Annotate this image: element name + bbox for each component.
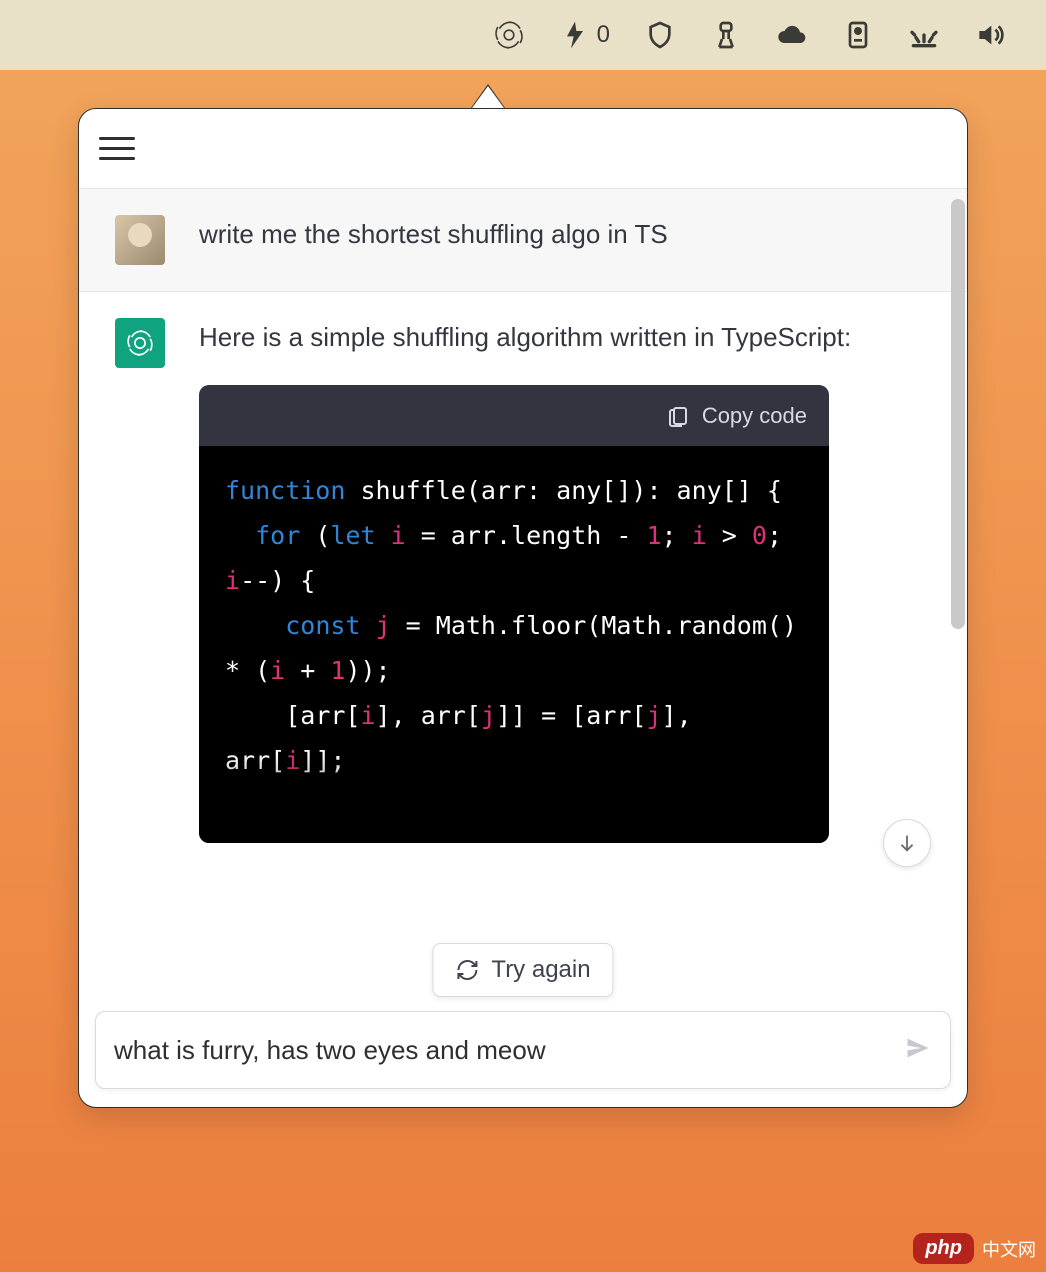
tower-menubar-icon[interactable] — [710, 19, 742, 51]
try-again-button[interactable]: Try again — [432, 943, 613, 997]
menu-icon[interactable] — [99, 127, 143, 171]
code-body[interactable]: function shuffle(arr: any[]): any[] { fo… — [199, 446, 829, 843]
chat-popover: write me the shortest shuffling algo in … — [78, 108, 968, 1108]
user-message-row: write me the shortest shuffling algo in … — [79, 189, 967, 292]
copy-code-label: Copy code — [702, 399, 807, 432]
rays-menubar-icon[interactable] — [908, 19, 940, 51]
try-again-label: Try again — [491, 956, 590, 984]
send-icon — [904, 1034, 932, 1062]
assistant-intro-text: Here is a simple shuffling algorithm wri… — [199, 318, 931, 357]
chat-area: write me the shortest shuffling algo in … — [79, 189, 967, 1107]
volume-menubar-icon[interactable] — [974, 19, 1006, 51]
assistant-avatar — [115, 318, 165, 368]
assistant-message-row: Here is a simple shuffling algorithm wri… — [79, 292, 967, 869]
clipboard-icon[interactable]: Copy code — [666, 399, 807, 432]
bolt-count: 0 — [597, 21, 610, 49]
chat-input[interactable] — [114, 1035, 904, 1066]
user-avatar — [115, 215, 165, 265]
chat-input-bar — [95, 1011, 951, 1089]
cloud-menubar-icon[interactable] — [776, 19, 808, 51]
badge-menubar-icon[interactable] — [842, 19, 874, 51]
watermark-text: 中文网 — [982, 1236, 1036, 1262]
user-message-text: write me the shortest shuffling algo in … — [199, 215, 931, 265]
code-block: Copy code function shuffle(arr: any[]): … — [199, 385, 829, 843]
watermark-badge: php — [913, 1233, 974, 1264]
bolt-menubar-item[interactable]: 0 — [559, 19, 610, 51]
shield-menubar-icon[interactable] — [644, 19, 676, 51]
openai-menubar-icon[interactable] — [493, 19, 525, 51]
assistant-message-content: Here is a simple shuffling algorithm wri… — [199, 318, 931, 843]
scroll-down-button[interactable] — [883, 819, 931, 867]
send-button[interactable] — [904, 1034, 932, 1067]
scrollbar-thumb[interactable] — [951, 199, 965, 629]
popover-header — [79, 109, 967, 189]
macos-menubar: 0 — [0, 0, 1046, 70]
watermark: php 中文网 — [913, 1233, 1036, 1264]
code-header: Copy code — [199, 385, 829, 446]
popover-arrow — [472, 86, 504, 108]
refresh-icon — [455, 958, 479, 982]
